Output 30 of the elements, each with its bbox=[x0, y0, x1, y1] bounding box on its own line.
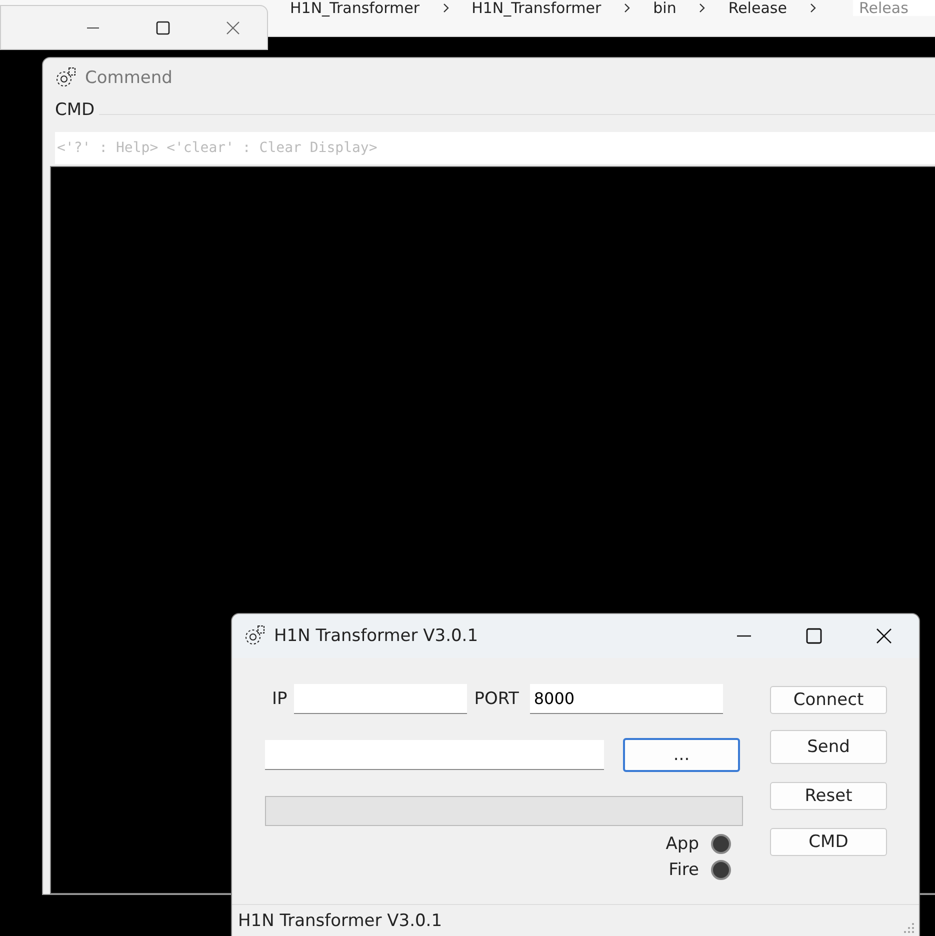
action-button[interactable]: Send bbox=[770, 730, 887, 764]
port-label: PORT bbox=[474, 689, 519, 709]
maximize-icon[interactable] bbox=[155, 20, 171, 36]
file-path-field[interactable] bbox=[265, 740, 604, 770]
browse-button[interactable]: ... bbox=[623, 738, 740, 772]
ip-label: IP bbox=[272, 689, 288, 709]
status-text: H1N Transformer V3.0.1 bbox=[238, 911, 442, 931]
close-icon[interactable] bbox=[875, 627, 893, 645]
indicator-label: Fire bbox=[668, 860, 699, 880]
action-button[interactable]: Connect bbox=[770, 686, 887, 714]
breadcrumb-item[interactable]: Release bbox=[728, 0, 787, 16]
command-field[interactable]: <'?' : Help> <'clear' : Clear Display> bbox=[55, 132, 935, 164]
group-label: CMD bbox=[55, 100, 95, 120]
chevron-icon bbox=[442, 2, 450, 14]
action-button[interactable]: Reset bbox=[770, 782, 887, 810]
window-title: H1N Transformer V3.0.1 bbox=[274, 626, 478, 646]
port-field[interactable]: 8000 bbox=[530, 684, 723, 714]
chevron-icon bbox=[808, 2, 817, 14]
chevron-icon bbox=[698, 2, 706, 14]
action-button[interactable]: CMD bbox=[770, 828, 887, 856]
search-field[interactable]: Releas bbox=[853, 0, 935, 16]
breadcrumb-item[interactable]: H1N_Transformer bbox=[472, 0, 602, 16]
chevron-icon bbox=[623, 2, 632, 14]
indicator-label: App bbox=[666, 834, 699, 854]
window-title: Commend bbox=[85, 68, 172, 88]
ip-field[interactable] bbox=[294, 684, 468, 714]
breadcrumb-item[interactable]: bin bbox=[653, 0, 676, 16]
resize-grip-icon[interactable] bbox=[903, 922, 915, 934]
maximize-icon[interactable] bbox=[805, 627, 823, 645]
breadcrumb-item[interactable]: H1N_Transformer bbox=[290, 0, 420, 16]
